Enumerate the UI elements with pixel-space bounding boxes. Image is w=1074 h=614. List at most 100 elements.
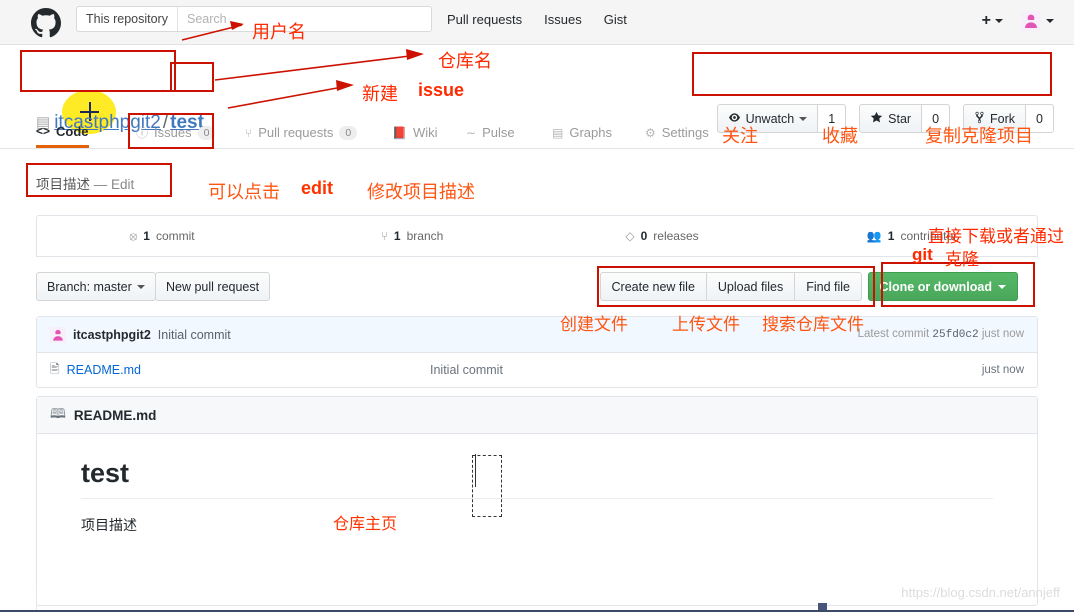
branch-selector-label: Branch: master [47, 279, 132, 294]
stat-releases-value: 0 [640, 229, 648, 243]
code-icon: <> [36, 124, 51, 138]
readme-paragraph: 项目描述 [81, 517, 137, 533]
file-icon: 🖹 [50, 361, 60, 376]
bottom-scrollbar[interactable] [0, 610, 1074, 612]
nav-gist[interactable]: Gist [604, 12, 627, 27]
annotation-text: 仓库主页 [333, 516, 398, 533]
latest-commit-meta: Latest commit 25fd0c2 just now [858, 328, 1024, 341]
selection-marquee [472, 454, 502, 517]
tag-icon: ◇ [625, 229, 635, 243]
tab-settings-label: Settings [661, 125, 709, 140]
nav-issues[interactable]: Issues [544, 12, 582, 27]
annotation-text: 直接下载或者通过 [928, 227, 1064, 246]
annotation-box-file-actions [597, 266, 875, 307]
tab-pull-requests[interactable]: ⑂ Pull requests 0 [245, 117, 358, 148]
branch-icon: ⑂ [380, 229, 388, 243]
tab-pull-requests-count: 0 [339, 125, 358, 140]
chevron-down-icon [136, 284, 145, 289]
commit-author[interactable]: itcastphpgit2 [73, 328, 151, 342]
annotation-box-repo-actions [692, 52, 1052, 96]
gear-icon: ⚙ [645, 125, 656, 140]
tab-wiki-label: Wiki [412, 125, 438, 140]
user-menu[interactable] [1021, 11, 1054, 31]
annotation-text: 用户名 [252, 22, 306, 42]
annotation-text: 修改项目描述 [367, 182, 475, 202]
watermark: https://blog.csdn.net/annjeff [901, 585, 1060, 600]
annotation-box-issues-tab [128, 113, 214, 149]
chevron-down-icon [995, 19, 1003, 23]
file-commit-time: just now [981, 364, 1024, 376]
tab-graphs-label: Graphs [569, 125, 612, 140]
annotation-text: 关注 [722, 126, 758, 146]
commit-icon: ⦻ [129, 228, 138, 243]
annotation-text: 上传文件 [672, 315, 740, 334]
annotation-text: 搜索仓库文件 [762, 315, 864, 334]
global-nav: Pull requests Issues Gist [447, 12, 627, 27]
commit-message[interactable]: Initial commit [158, 328, 231, 342]
global-header: This repository Pull requests Issues Gis… [0, 0, 1074, 45]
scrollbar-thumb[interactable] [818, 603, 827, 610]
commit-sha[interactable]: 25fd0c2 [932, 329, 978, 341]
create-new-menu[interactable]: + [982, 13, 1003, 29]
contributor-icon: 👥 [866, 229, 882, 243]
commit-time: just now [981, 328, 1024, 340]
branch-selector-button[interactable]: Branch: master [36, 272, 156, 301]
annotation-text: 创建文件 [560, 315, 628, 334]
readme-content: test 项目描述 [37, 434, 1037, 559]
tab-pull-requests-label: Pull requests [258, 125, 334, 140]
chevron-down-icon [1046, 19, 1054, 23]
tab-settings[interactable]: ⚙ Settings [645, 117, 709, 148]
pulse-icon: ∼ [466, 125, 477, 140]
annotation-text: git [912, 245, 933, 264]
stat-commits-label: commit [155, 229, 195, 243]
new-pull-request-button[interactable]: New pull request [155, 272, 271, 301]
readme-panel: 🕮 README.md test 项目描述 [36, 396, 1038, 606]
content-rule [36, 586, 37, 612]
readme-header: 🕮 README.md [37, 397, 1037, 434]
stat-branches-value: 1 [393, 229, 401, 243]
graph-icon: ▤ [552, 125, 564, 140]
latest-commit-label: Latest commit [857, 328, 930, 340]
file-name-cell[interactable]: 🖹 README.md [50, 360, 430, 381]
annotation-text: 复制克隆项目 [925, 126, 1033, 146]
book-icon: 📕 [392, 125, 407, 140]
global-header-right: + [982, 11, 1054, 31]
book-icon: 🕮 [50, 405, 66, 421]
stat-branches[interactable]: ⑂ 1 branch [287, 229, 537, 243]
annotation-text: 收藏 [822, 126, 858, 146]
file-name-link[interactable]: README.md [67, 363, 141, 377]
stat-releases-label: releases [653, 229, 699, 243]
readme-header-label: README.md [73, 407, 157, 423]
stat-commits-value: 1 [143, 229, 150, 243]
plus-icon: + [981, 12, 991, 29]
annotation-text: 新建 [362, 84, 398, 104]
annotation-text: edit [301, 178, 334, 198]
annotation-box-repo-name [170, 62, 214, 92]
tab-code[interactable]: <> Code [36, 117, 89, 148]
git-pull-icon: ⑂ [245, 125, 253, 140]
repo-stats-bar: ⦻ 1 commit ⑂ 1 branch ◇ 0 releases 👥 1 c… [36, 215, 1038, 257]
table-row[interactable]: 🖹 README.md Initial commit just now [37, 353, 1037, 387]
tab-pulse[interactable]: ∼ Pulse [466, 117, 515, 148]
new-pull-request-label: New pull request [166, 279, 260, 294]
user-avatar-icon [1021, 11, 1041, 31]
file-list: itcastphpgit2 Initial commit Latest comm… [36, 316, 1038, 388]
stat-commits[interactable]: ⦻ 1 commit [37, 229, 287, 244]
readme-title: test [81, 458, 993, 499]
annotation-text: 克隆 [945, 250, 979, 269]
tab-code-label: Code [56, 123, 89, 139]
annotation-text: 仓库名 [438, 51, 492, 71]
stat-branches-label: branch [406, 229, 444, 243]
tab-pulse-label: Pulse [482, 125, 515, 140]
annotation-box-repo-owner [20, 50, 176, 92]
search-scope-label[interactable]: This repository [77, 7, 178, 31]
annotation-text: issue [418, 80, 465, 100]
tab-wiki[interactable]: 📕 Wiki [392, 117, 438, 148]
stat-releases[interactable]: ◇ 0 releases [537, 229, 787, 243]
nav-pull-requests[interactable]: Pull requests [447, 12, 522, 27]
latest-commit-row: itcastphpgit2 Initial commit Latest comm… [37, 317, 1037, 353]
github-mark-icon[interactable] [31, 8, 61, 38]
annotation-box-description [26, 163, 172, 197]
file-commit-message[interactable]: Initial commit [430, 363, 982, 377]
tab-graphs[interactable]: ▤ Graphs [552, 117, 612, 148]
